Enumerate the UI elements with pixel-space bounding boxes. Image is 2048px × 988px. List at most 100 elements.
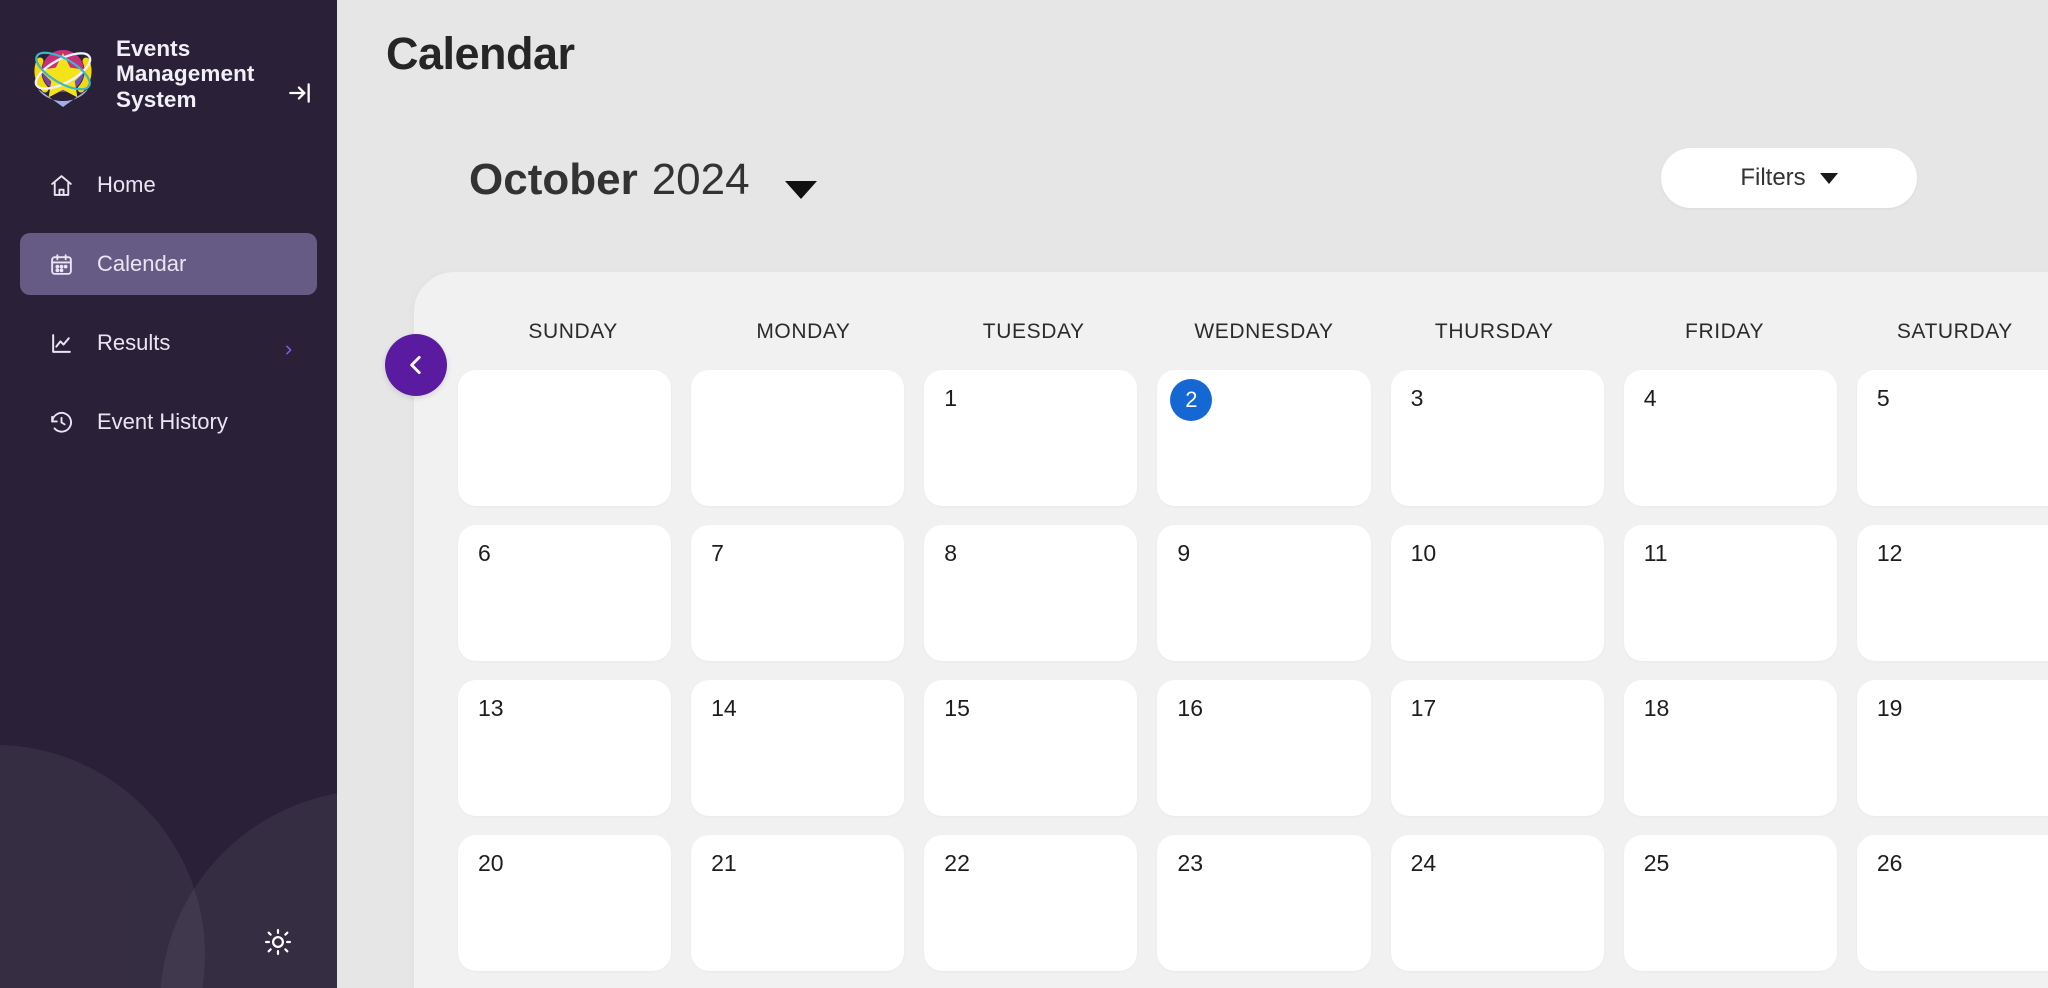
- calendar-card: SUNDAY MONDAY TUESDAY WEDNESDAY THURSDAY FRID…: [414, 272, 2048, 988]
- chevron-down-icon[interactable]: [785, 181, 817, 199]
- year-value: 2024: [651, 155, 750, 204]
- filters-label: Filters: [1740, 164, 1806, 191]
- weekday-header: THURSDAY: [1434, 320, 1554, 343]
- calendar-toolbar: October 2024 Filters: [337, 148, 2048, 221]
- day-number: 15: [944, 695, 970, 721]
- sidebar-item-event-history[interactable]: Event History: [20, 391, 317, 453]
- filters-button[interactable]: Filters: [1661, 148, 1917, 208]
- day-number: 26: [1876, 850, 1903, 876]
- day-number: 19: [1876, 695, 1903, 721]
- weekday-header: SUNDAY: [528, 320, 618, 343]
- day-number: 17: [1410, 695, 1437, 721]
- calendar-day-cell[interactable]: 1: [924, 370, 1138, 506]
- day-number: 22: [944, 850, 970, 876]
- day-number: 5: [1876, 385, 1890, 411]
- app-root: Events Management System Home Calendar R…: [0, 0, 2048, 988]
- month-year-label[interactable]: October 2024: [469, 155, 750, 205]
- day-number: 16: [1177, 695, 1204, 721]
- chart-line-icon: [48, 330, 75, 357]
- home-icon: [48, 172, 75, 199]
- day-number: 3: [1410, 385, 1424, 411]
- calendar-day-cell[interactable]: 13: [458, 680, 672, 816]
- calendar-day-cell[interactable]: 25: [1623, 835, 1837, 971]
- today-badge: 2: [1170, 379, 1213, 421]
- calendar-day-cell[interactable]: 15: [924, 680, 1138, 816]
- calendar-day-cell[interactable]: 4: [1623, 370, 1837, 506]
- calendar-cell-empty: [691, 370, 905, 506]
- sidebar-item-label: Home: [97, 172, 156, 198]
- day-number: 10: [1410, 540, 1437, 566]
- day-number: 21: [711, 850, 737, 876]
- day-number: 18: [1643, 695, 1670, 721]
- weekday-header: WEDNESDAY: [1194, 320, 1334, 343]
- calendar-day-cell[interactable]: 10: [1390, 525, 1604, 661]
- chevron-down-icon: [1819, 172, 1838, 184]
- sidebar-item-label: Calendar: [97, 251, 187, 277]
- sidebar-decoration-circle-left: [0, 745, 205, 988]
- calendar-day-cell[interactable]: 2: [1157, 370, 1371, 506]
- month-name: October: [469, 155, 638, 204]
- previous-month-button[interactable]: [385, 334, 447, 396]
- day-number: 8: [944, 540, 958, 566]
- calendar-day-cell[interactable]: 22: [924, 835, 1138, 971]
- weekday-header-row: SUNDAY MONDAY TUESDAY WEDNESDAY THURSDAY FRID…: [458, 320, 2048, 344]
- sidebar-item-calendar[interactable]: Calendar: [20, 233, 317, 296]
- sidebar-decoration-circle-right: [160, 790, 337, 988]
- day-number: 6: [478, 540, 491, 566]
- sidebar-nav: Home Calendar Results Event History: [0, 154, 337, 453]
- calendar-day-cell[interactable]: 26: [1856, 835, 2048, 971]
- sidebar-item-label: Event History: [97, 409, 228, 435]
- sidebar-item-home[interactable]: Home: [20, 154, 317, 216]
- sun-icon[interactable]: [264, 928, 292, 956]
- calendar-day-cell[interactable]: 19: [1856, 680, 2048, 816]
- history-clock-icon: [48, 409, 75, 436]
- day-number: 12: [1876, 540, 1903, 566]
- calendar-day-cell[interactable]: 20: [458, 835, 672, 971]
- calendar-day-cell[interactable]: 16: [1157, 680, 1371, 816]
- day-number: 20: [478, 850, 504, 876]
- calendar-grid: 1 2 3 4 5 6 7 8 9 10 11 12 13 14 15 16 17 18 19 20 21 22 23 24 2…: [458, 370, 2048, 971]
- day-number: 7: [711, 540, 724, 566]
- collapse-sidebar-icon[interactable]: [287, 80, 313, 106]
- calendar-day-cell[interactable]: 24: [1390, 835, 1604, 971]
- main-content: Calendar October 2024 Filters SUNDAY MOND…: [337, 0, 2048, 988]
- calendar-day-cell[interactable]: 23: [1157, 835, 1371, 971]
- day-number: 24: [1410, 850, 1437, 876]
- calendar-day-cell[interactable]: 6: [458, 525, 672, 661]
- sidebar-item-label: Results: [97, 330, 171, 356]
- calendar-day-cell[interactable]: 21: [691, 835, 905, 971]
- calendar-day-cell[interactable]: 18: [1623, 680, 1837, 816]
- day-number: 13: [478, 695, 504, 721]
- calendar-day-cell[interactable]: 7: [691, 525, 905, 661]
- calendar-day-cell[interactable]: 14: [691, 680, 905, 816]
- weekday-header: MONDAY: [756, 320, 851, 343]
- calendar-cell-empty: [458, 370, 672, 506]
- star-atom-logo: [28, 39, 98, 109]
- calendar-day-cell[interactable]: 17: [1390, 680, 1604, 816]
- calendar-day-cell[interactable]: 9: [1157, 525, 1371, 661]
- day-number: 9: [1177, 540, 1191, 566]
- calendar-day-cell[interactable]: 5: [1856, 370, 2048, 506]
- calendar-day-cell[interactable]: 12: [1856, 525, 2048, 661]
- sidebar: Events Management System Home Calendar R…: [0, 0, 337, 988]
- calendar-day-cell[interactable]: 3: [1390, 370, 1604, 506]
- day-number: 1: [944, 385, 958, 411]
- day-number: 4: [1643, 385, 1657, 411]
- day-number: 23: [1177, 850, 1204, 876]
- sidebar-item-results[interactable]: Results: [20, 312, 317, 374]
- calendar-day-cell[interactable]: 11: [1623, 525, 1837, 661]
- weekday-header: SATURDAY: [1896, 320, 2013, 343]
- page-title: Calendar: [386, 28, 575, 79]
- day-number: 14: [711, 695, 737, 721]
- weekday-header: FRIDAY: [1685, 320, 1765, 343]
- brand-name: Events Management System: [116, 36, 255, 112]
- day-number: 25: [1643, 850, 1670, 876]
- calendar-icon: [48, 251, 75, 278]
- chevron-right-icon: [282, 337, 295, 355]
- day-number: 11: [1643, 540, 1668, 566]
- weekday-header: TUESDAY: [982, 320, 1085, 343]
- calendar-day-cell[interactable]: 8: [924, 525, 1138, 661]
